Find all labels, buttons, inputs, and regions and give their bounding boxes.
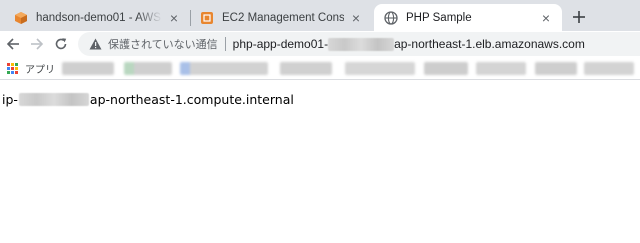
close-icon[interactable]: × <box>166 10 182 26</box>
tab-ec2-console[interactable]: EC2 Management Console × <box>190 4 372 31</box>
bookmark-item[interactable] <box>535 62 577 75</box>
tab-title: handson-demo01 - AWS Cloud <box>36 11 162 24</box>
bookmark-item[interactable] <box>584 62 634 75</box>
close-icon[interactable]: × <box>538 10 554 26</box>
tab-php-sample[interactable]: PHP Sample × <box>374 4 562 31</box>
page-content: ip- ap-northeast-1.compute.internal <box>0 81 640 243</box>
arrow-right-icon <box>31 38 44 50</box>
tab-strip: handson-demo01 - AWS Cloud × EC2 Managem… <box>0 0 640 31</box>
bookmark-item[interactable] <box>280 62 332 75</box>
close-icon[interactable]: × <box>348 10 364 26</box>
back-button[interactable] <box>3 34 23 54</box>
redacted-url-segment <box>328 37 395 51</box>
url-text[interactable]: php-app-demo01- ap-northeast-1.elb.amazo… <box>233 37 585 51</box>
security-status-text[interactable]: 保護されていない通信 <box>108 36 218 52</box>
bookmark-item[interactable] <box>424 62 468 75</box>
bookmark-item[interactable] <box>180 62 268 75</box>
plus-icon <box>573 11 585 23</box>
tab-aws-cloud[interactable]: handson-demo01 - AWS Cloud × <box>4 4 190 31</box>
new-tab-button[interactable] <box>568 6 590 28</box>
hostname-suffix: ap-northeast-1.compute.internal <box>89 92 294 107</box>
bookmark-item[interactable] <box>476 62 526 75</box>
reload-button[interactable] <box>51 34 71 54</box>
reload-icon <box>55 38 67 50</box>
tab-title: PHP Sample <box>406 11 472 24</box>
bookmark-item[interactable] <box>124 62 172 75</box>
hostname-prefix: ip- <box>2 92 18 107</box>
url-suffix: ap-northeast-1.elb.amazonaws.com <box>394 37 585 51</box>
apps-shortcut[interactable]: アプリ <box>7 61 55 76</box>
bookmarks-bar: アプリ <box>0 56 640 80</box>
apps-grid-icon <box>7 62 19 75</box>
apps-label: アプリ <box>25 65 55 76</box>
forward-button[interactable] <box>27 34 47 54</box>
aws-ec2-icon <box>200 11 214 25</box>
globe-icon <box>384 10 398 25</box>
bookmark-item[interactable] <box>62 62 114 75</box>
redacted-hostname-segment <box>18 93 89 106</box>
aws-cube-icon <box>14 11 28 25</box>
browser-toolbar: 保護されていない通信 php-app-demo01- ap-northeast-… <box>0 31 640 56</box>
url-prefix: php-app-demo01- <box>232 37 329 51</box>
omnibox-divider <box>224 37 226 51</box>
address-bar[interactable]: 保護されていない通信 php-app-demo01- ap-northeast-… <box>78 32 640 56</box>
bookmark-item[interactable] <box>345 62 415 75</box>
warning-icon[interactable] <box>88 37 102 51</box>
instance-hostname: ip- ap-northeast-1.compute.internal <box>2 92 294 107</box>
arrow-left-icon <box>6 38 19 50</box>
tab-title: EC2 Management Console <box>222 11 344 24</box>
